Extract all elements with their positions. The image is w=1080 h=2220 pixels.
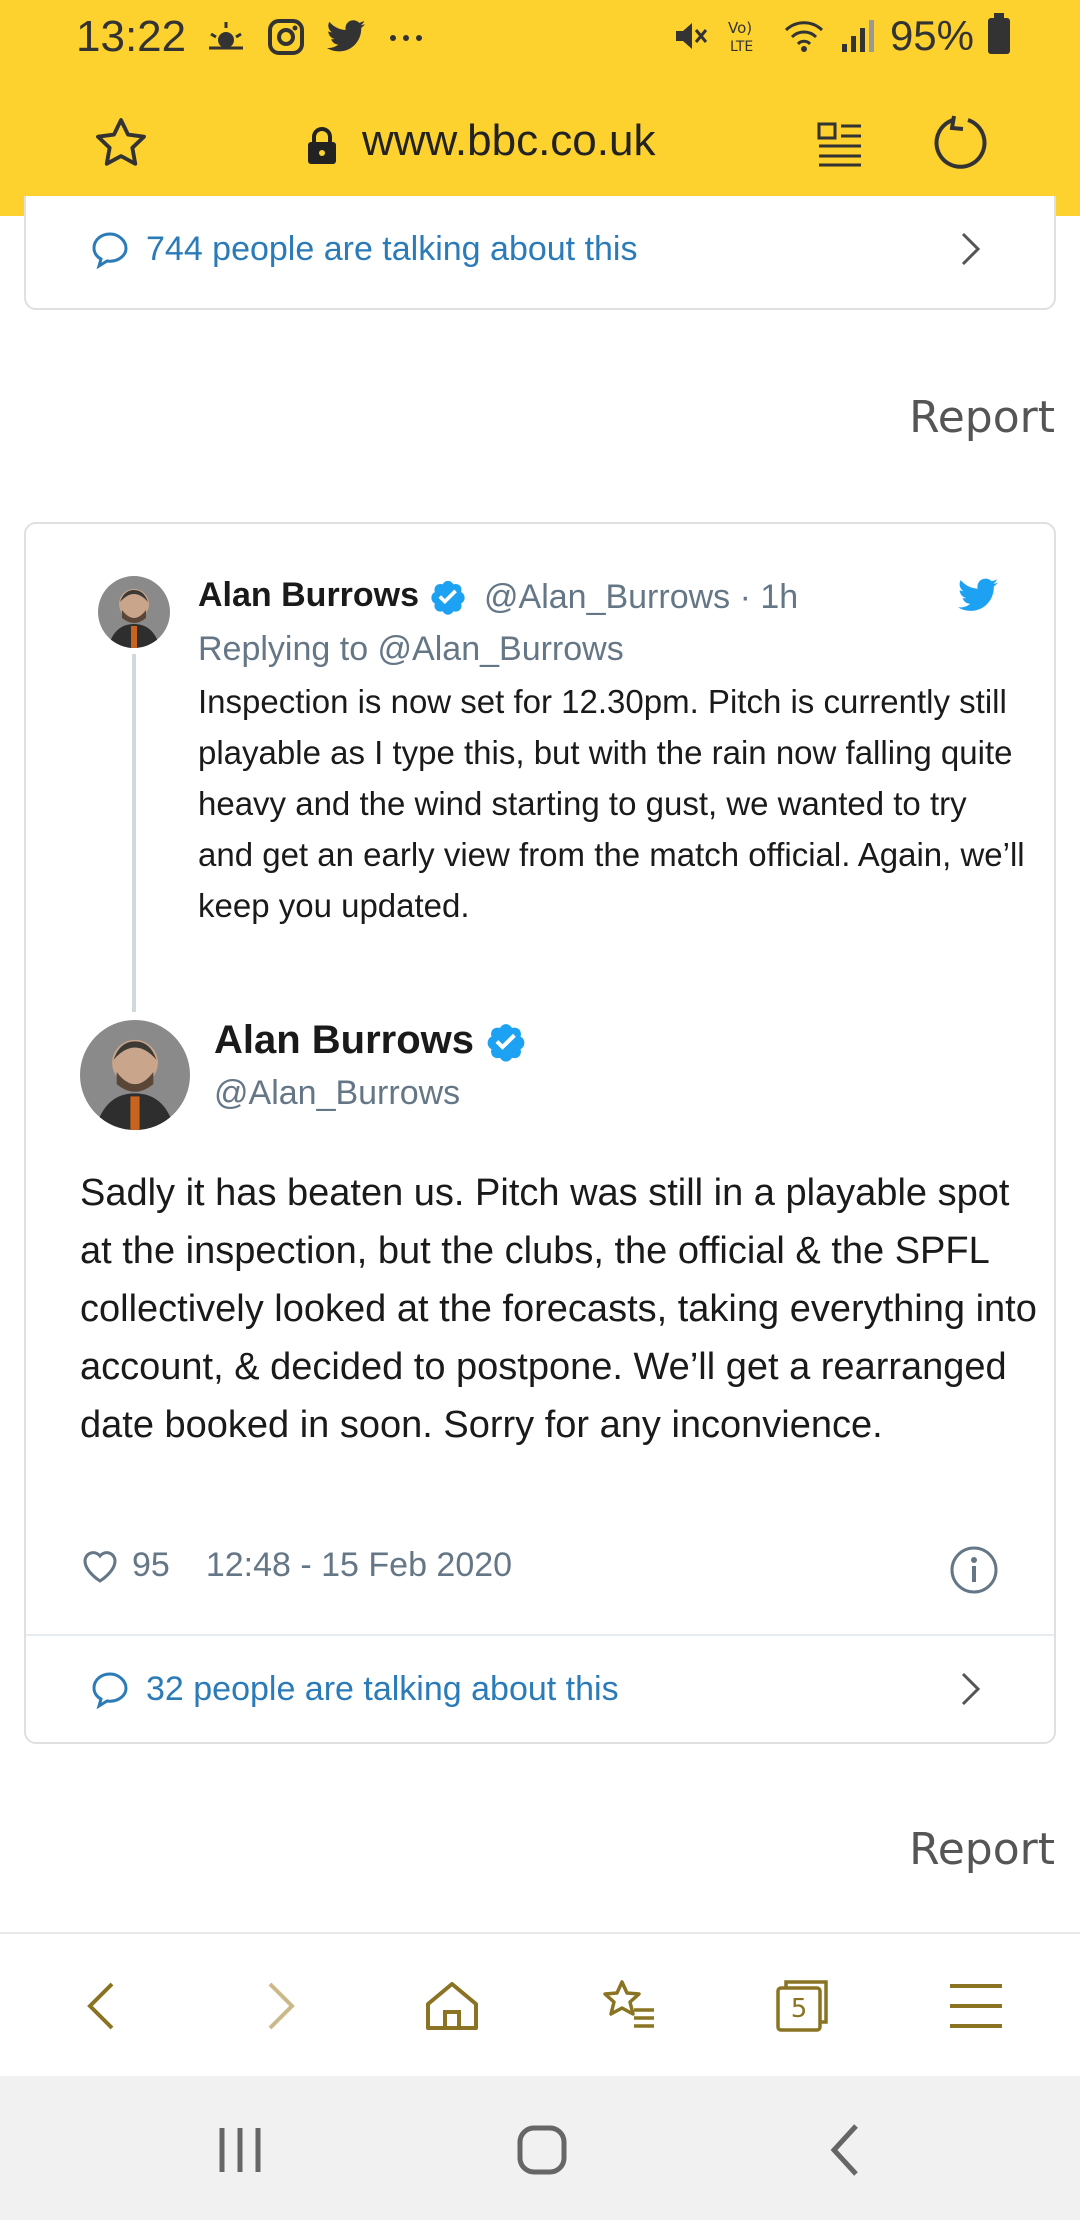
url-text[interactable]: www.bbc.co.uk	[362, 116, 655, 166]
tabs-button[interactable]: 5	[770, 1974, 834, 2038]
bookmarks-icon[interactable]	[596, 1974, 660, 2038]
talk-text[interactable]: 32 people are talking about this	[146, 1670, 619, 1709]
author-name[interactable]: Alan Burrows	[214, 1018, 527, 1063]
chevron-right-icon[interactable]	[958, 229, 984, 269]
lock-icon	[308, 127, 336, 164]
more-icon	[390, 35, 422, 41]
back-nav-icon[interactable]	[816, 2120, 876, 2180]
home-icon[interactable]	[420, 1974, 484, 2038]
avatar[interactable]	[80, 1020, 190, 1130]
status-time: 13:22	[76, 12, 187, 61]
verified-badge-icon	[487, 1024, 525, 1063]
quoted-tweet-text: Inspection is now set for 12.30pm. Pitch…	[198, 683, 1025, 924]
talk-row[interactable]: 744 people are talking about this	[26, 196, 1054, 302]
forward-icon[interactable]	[246, 1974, 310, 2038]
like-count[interactable]: 95	[132, 1546, 170, 1585]
twitter-icon	[326, 20, 366, 52]
tweet-text: Sadly it has beaten us. Pitch was still …	[80, 1172, 1037, 1446]
mute-icon	[675, 23, 708, 49]
thread-line	[132, 654, 136, 1012]
avatar[interactable]	[98, 576, 170, 648]
bookmark-star-icon[interactable]	[92, 114, 150, 172]
talk-text[interactable]: 744 people are talking about this	[146, 230, 637, 269]
author-handle[interactable]: @Alan_Burrows	[214, 1074, 460, 1113]
url-bar[interactable]: www.bbc.co.uk	[0, 90, 1080, 200]
signal-icon	[841, 20, 874, 52]
weather-icon	[209, 22, 243, 50]
twitter-logo-icon[interactable]	[956, 576, 1000, 616]
instagram-icon	[268, 19, 304, 55]
back-icon[interactable]	[72, 1974, 136, 2038]
tabs-count: 5	[790, 1994, 808, 2024]
tweet-embed: Alan Burrows @Alan_Burrows · 1h Replying…	[24, 522, 1056, 1744]
status-bar: 13:22 Vo) LTE 95%	[0, 0, 1080, 72]
heart-icon[interactable]	[80, 1547, 120, 1585]
tweet-meta: 95 12:48 - 15 Feb 2020	[80, 1546, 512, 1585]
reload-icon[interactable]	[930, 112, 992, 174]
quoted-handle-time[interactable]: @Alan_Burrows · 1h	[484, 578, 798, 617]
verified-badge-icon	[430, 580, 465, 615]
replying-to[interactable]: Replying to @Alan_Burrows	[198, 630, 624, 669]
recent-apps-icon[interactable]	[210, 2120, 270, 2180]
battery-icon	[988, 13, 1010, 54]
tweet-timestamp[interactable]: 12:48 - 15 Feb 2020	[206, 1546, 512, 1585]
comment-bubble-icon	[92, 232, 128, 269]
report-link[interactable]: Report	[909, 1824, 1055, 1875]
battery-level: 95%	[889, 12, 974, 59]
volte-icon: Vo) LTE	[728, 19, 753, 55]
talk-row[interactable]: 32 people are talking about this	[26, 1636, 1054, 1742]
comment-bubble-icon	[92, 1672, 128, 1709]
wifi-icon	[784, 21, 823, 52]
reader-mode-icon[interactable]	[815, 118, 865, 168]
notification-icons	[205, 16, 427, 58]
browser-top-bar: 13:22 Vo) LTE 95% www.bbc.co.uk	[0, 0, 1080, 216]
home-nav-icon[interactable]	[512, 2120, 572, 2180]
previous-tweet-embed: 744 people are talking about this	[24, 196, 1056, 310]
info-icon[interactable]	[948, 1544, 1000, 1596]
menu-icon[interactable]	[944, 1974, 1008, 2038]
chevron-right-icon[interactable]	[958, 1669, 984, 1709]
system-nav-bar	[0, 2076, 1080, 2220]
svg-text:Vo): Vo)	[728, 19, 752, 37]
quoted-author-name[interactable]: Alan Burrows	[198, 576, 467, 616]
status-right: Vo) LTE 95%	[670, 12, 1010, 60]
report-link[interactable]: Report	[909, 392, 1055, 443]
svg-text:LTE: LTE	[730, 39, 753, 55]
browser-toolbar: 5	[0, 1934, 1080, 2076]
